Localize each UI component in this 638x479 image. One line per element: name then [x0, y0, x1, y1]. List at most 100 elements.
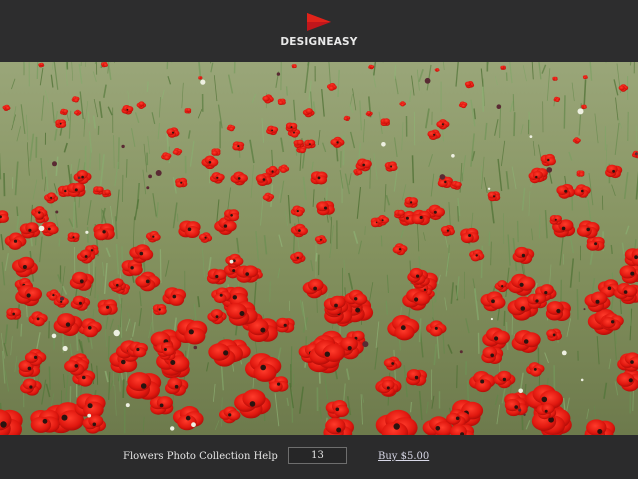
poppy-center [519, 282, 524, 287]
poppy-center [185, 415, 191, 421]
poppy-petal [316, 201, 329, 212]
poppy-flower [266, 125, 279, 136]
poppy-flower [450, 180, 462, 190]
poppy-petal [482, 346, 498, 359]
poppy-center [362, 163, 366, 167]
poppy-center [390, 165, 393, 168]
poppy-center [92, 422, 97, 427]
poppy-petal [133, 347, 147, 358]
poppy-petal [532, 293, 547, 304]
poppy-petal [440, 226, 451, 234]
poppy-center [334, 303, 338, 308]
poppy-center [216, 176, 219, 179]
poppy-flower [277, 98, 286, 105]
grass-blade [269, 281, 271, 302]
grass-blade [380, 235, 383, 247]
poppy-petal [163, 155, 171, 161]
poppy-flower [552, 76, 558, 81]
poppy-center [47, 227, 51, 231]
poppy-flower [481, 346, 504, 364]
poppy-center [188, 329, 194, 335]
poppy-flower [236, 265, 259, 283]
poppy-petal [128, 264, 143, 276]
poppy-petal [328, 85, 335, 91]
poppy-flower [605, 164, 623, 179]
poppy-center [72, 236, 75, 239]
poppy-petal [411, 213, 425, 225]
poppy-center [595, 299, 600, 304]
poppy-petal [583, 105, 587, 109]
poppy-center [82, 375, 86, 380]
bud [113, 329, 120, 337]
poppy-flower [152, 304, 167, 316]
poppy-center [232, 269, 236, 273]
bud [546, 167, 553, 173]
poppy-petal [39, 62, 44, 66]
buy-link[interactable]: Buy $5.00 [378, 451, 429, 462]
poppy-petal [162, 346, 175, 356]
logo-icon[interactable] [305, 12, 333, 32]
poppy-petal [255, 174, 267, 183]
poppy-flower [67, 232, 80, 243]
poppy-petal [262, 95, 270, 102]
bud [51, 333, 57, 339]
poppy-petal [460, 103, 467, 109]
bud [583, 308, 586, 311]
poppy-center [232, 295, 237, 300]
poppy-petal [98, 304, 112, 316]
poppy-petal [305, 108, 313, 114]
bud [229, 259, 234, 264]
poppy-petal [408, 197, 418, 205]
poppy-center [84, 255, 88, 258]
poppy-flower [582, 75, 588, 80]
grass-blade [563, 95, 566, 129]
poppy-flower [224, 209, 240, 222]
poppy-flower [540, 153, 557, 167]
poppy-center [223, 224, 228, 228]
poppy-center [172, 131, 174, 134]
poppy-petal [73, 98, 79, 103]
poppy-flower [55, 119, 67, 128]
bud [634, 152, 638, 156]
poppy-flower [449, 424, 475, 435]
poppy-petal [228, 212, 240, 222]
poppy-petal [172, 149, 179, 155]
poppy-flower [460, 227, 480, 244]
poppy-center [634, 255, 638, 260]
poppy-flower [464, 81, 475, 89]
poppy-petal [554, 77, 558, 81]
poppy-center [630, 360, 634, 364]
grass-blade [576, 289, 579, 320]
poppy-center [386, 386, 390, 390]
poppy-flower [67, 182, 86, 198]
bud [490, 317, 493, 321]
poppy-center [277, 382, 281, 386]
grass-blade [480, 245, 484, 279]
poppy-center [419, 215, 423, 220]
poppy-center [26, 293, 31, 298]
poppy-petal [138, 101, 145, 107]
bud [77, 176, 81, 180]
poppy-center [414, 297, 419, 302]
poppy-center [586, 227, 590, 232]
poppy-petal [504, 399, 521, 412]
poppy-center [594, 242, 598, 246]
poppy-center [158, 308, 161, 311]
poppy-center [336, 427, 342, 433]
poppy-petal [575, 138, 581, 143]
poppy-center [630, 271, 635, 276]
poppy-petal [71, 232, 80, 240]
quantity-input[interactable] [288, 447, 347, 464]
poppy-center [204, 236, 207, 239]
poppy-flower [310, 171, 328, 185]
poppy-center [523, 339, 529, 344]
poppy-flower [440, 225, 455, 237]
poppy-center [597, 429, 603, 434]
poppy-flower [69, 271, 94, 291]
poppy-petal [58, 121, 67, 128]
grass-blade [513, 112, 516, 137]
poppy-flower [500, 65, 506, 70]
poppy-flower [184, 108, 192, 114]
poppy-flower [59, 108, 69, 116]
grass-blade [512, 94, 515, 112]
